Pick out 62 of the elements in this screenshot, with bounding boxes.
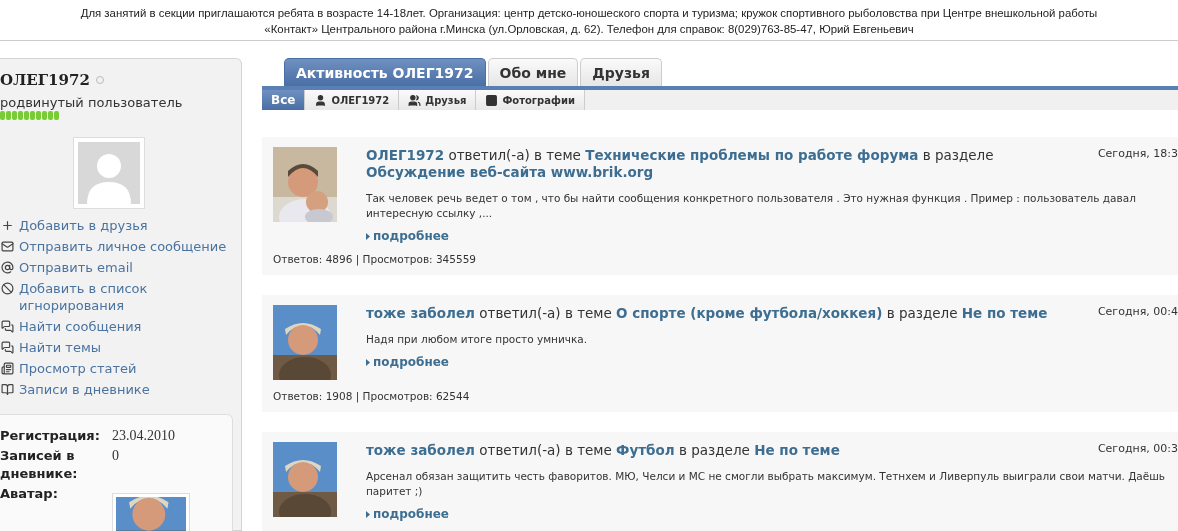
post-excerpt: Так человек речь ведет о том , что бы найти сообщения конкретного пользователя . Это нужная функция . Пример : пользователь давал интересную ссылку ,...: [366, 191, 1137, 221]
user-rank: родвинутый пользователь: [0, 95, 184, 110]
activity-title: тоже заболел ответил(-а) в теме О спорте (кроме футбола/хоккея) в разделе Не по теме: [366, 305, 1048, 322]
profile-action-link[interactable]: Добавить в список игнорирования: [0, 280, 241, 314]
more-link[interactable]: подробнее: [366, 355, 1178, 369]
user-icon: [314, 93, 328, 107]
plus-icon: [0, 219, 14, 232]
topic-link[interactable]: О спорте (кроме футбола/хоккея): [616, 305, 883, 321]
stat-label: Записей в дневнике:: [0, 447, 79, 483]
caret-icon: [366, 510, 370, 518]
caret-icon: [366, 358, 370, 366]
profile-tab[interactable]: Активность ОЛЕГ1972: [284, 58, 486, 86]
profile-action-link[interactable]: Отправить личное сообщение: [0, 238, 241, 255]
newspaper-icon: [0, 362, 14, 375]
profile-action-link[interactable]: Записи в дневнике: [0, 381, 241, 398]
author-link[interactable]: тоже заболел: [366, 305, 475, 321]
chat-icon: [0, 341, 14, 354]
post-time: Сегодня, 00:4: [1097, 305, 1178, 320]
thread-stats: Ответов: 4896 | Просмотров: 345559: [273, 253, 478, 265]
ban-icon: [0, 282, 14, 295]
author-link[interactable]: ОЛЕГ1972: [366, 147, 445, 163]
stat-value: 23.04.2010: [112, 427, 176, 445]
activity-title: ОЛЕГ1972 ответил(-а) в теме Технические проблемы по работе форума в разделе Обсуждение веб-сайта www.brik.org: [366, 147, 995, 181]
users-icon: [408, 93, 422, 107]
filter-tab[interactable]: Друзья: [399, 90, 477, 110]
filter-tab[interactable]: Все: [262, 90, 306, 110]
section-link[interactable]: Не по теме: [961, 305, 1048, 321]
post-time: Сегодня, 00:3: [1097, 442, 1178, 457]
section-link[interactable]: Не по теме: [754, 442, 840, 458]
profile-action-link[interactable]: Отправить email: [0, 259, 241, 276]
reputation-bar-drawing: [0, 111, 59, 120]
post-excerpt: Надя при любом итоге просто умничка.: [366, 332, 589, 347]
profile-action-link[interactable]: Просмотр статей: [0, 360, 241, 377]
more-link[interactable]: подробнее: [366, 507, 1178, 521]
profile-action-link[interactable]: Добавить в друзья: [0, 217, 241, 234]
section-link[interactable]: Обсуждение веб-сайта www.brik.org: [366, 164, 654, 180]
stat-label: Аватар:: [0, 485, 59, 503]
notice-text: «Контакт» Центрального района г.Минска (ул.Орловская, д. 62). Телефон для справок: 8(029)763-85-47, Юрий Евгеньевич: [264, 22, 914, 37]
stat-label: Регистрация:: [0, 427, 101, 445]
profile-tab[interactable]: Друзья: [580, 58, 662, 86]
default-avatar: [73, 137, 145, 209]
activity-title: тоже заболел ответил(-а) в теме Футбол в разделе Не по теме: [366, 442, 840, 459]
author-link[interactable]: тоже заболел: [366, 442, 475, 458]
stat-value: 0: [112, 447, 120, 465]
topic-link[interactable]: Технические проблемы по работе форума: [585, 147, 919, 163]
username: ОЛЕГ1972: [0, 71, 90, 89]
chat-icon: [0, 320, 14, 333]
more-link[interactable]: подробнее: [366, 229, 1178, 243]
topic-link[interactable]: Футбол: [616, 442, 675, 458]
post-excerpt: Арсенал обязан защитить честь фаворитов. МЮ, Челси и МС не смогли выбрать максимум. Тетнхем и Ливерпуль выиграли свои матчи. Даёшь паритет ;): [366, 469, 1167, 499]
at-sign-icon: [0, 261, 14, 274]
profile-action-link[interactable]: Найти сообщения: [0, 318, 241, 335]
mail-icon: [0, 240, 14, 253]
filter-tab[interactable]: Фотографии: [476, 90, 585, 110]
notice-text: Для занятий в секции приглашаются ребята в возрасте 14-18лет. Организация: центр детско-юношеского спорта и туризма; кружок спортивного рыболовства при Центре внешкольной работы: [80, 6, 1098, 21]
profile-action-link[interactable]: Найти темы: [0, 339, 241, 356]
post-time: Сегодня, 18:3: [1097, 147, 1178, 162]
filter-tab[interactable]: ОЛЕГ1972: [305, 90, 400, 110]
caret-icon: [366, 232, 370, 240]
book-icon: [0, 383, 14, 396]
thread-stats: Ответов: 1908 | Просмотров: 62544: [273, 390, 471, 402]
profile-tab[interactable]: Обо мне: [487, 58, 579, 86]
